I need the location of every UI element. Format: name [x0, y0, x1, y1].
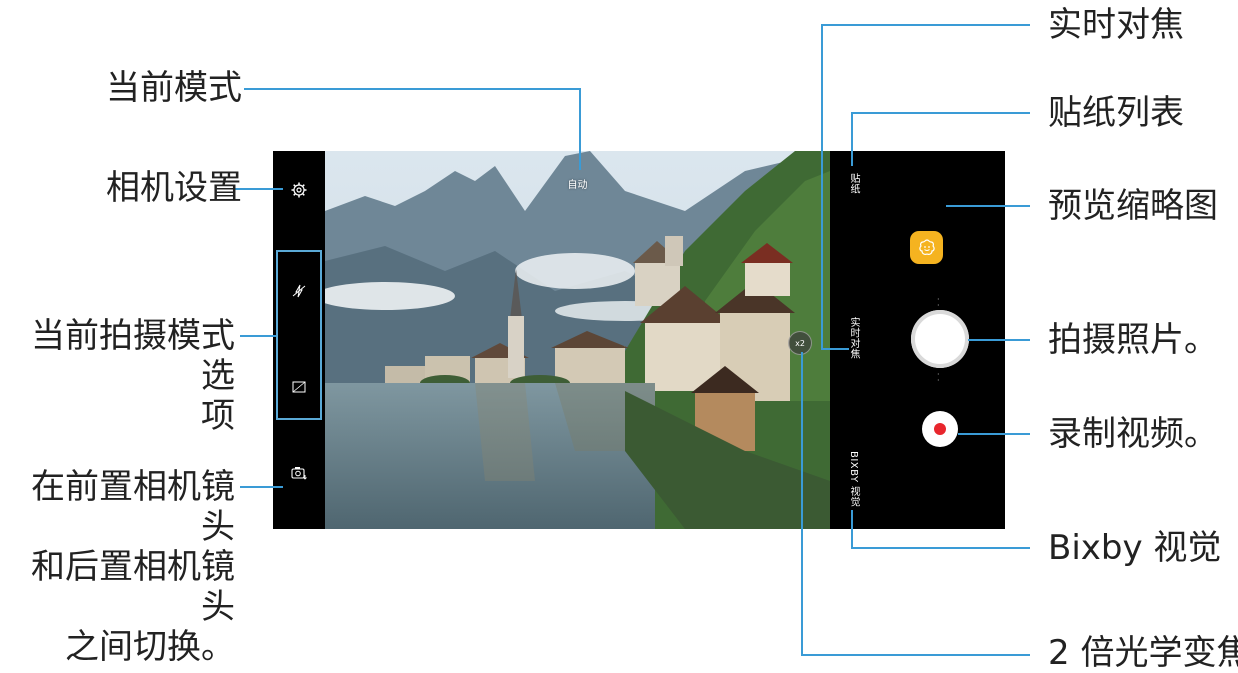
callout-sticker-list: 贴纸列表	[1048, 93, 1184, 133]
sticker-list-button[interactable]: 贴纸	[848, 173, 859, 194]
record-dot	[934, 423, 946, 435]
mode-dots-bottom: · ·	[937, 370, 940, 385]
callout-live-focus: 实时对焦	[1048, 5, 1184, 45]
right-control-panel: 贴纸 实时对焦 BIXBY 视觉 · · · ·	[830, 151, 1005, 529]
aspect-ratio-icon[interactable]	[290, 378, 308, 396]
flash-off-icon[interactable]	[290, 282, 308, 300]
bixby-vision-button[interactable]: BIXBY 视觉	[848, 451, 859, 507]
live-focus-button[interactable]: 实时对焦	[848, 317, 859, 359]
callout-current-mode: 当前模式	[106, 68, 242, 108]
record-video-button[interactable]	[922, 411, 958, 447]
shooting-mode-options	[276, 250, 322, 420]
left-control-bar	[273, 151, 325, 529]
mode-dots-top: · ·	[937, 295, 940, 310]
callout-take-photo: 拍摄照片。	[1048, 320, 1218, 360]
camera-viewfinder[interactable]: 自动 x2	[325, 151, 830, 529]
callout-bixby-vision: Bixby 视觉	[1048, 528, 1222, 568]
callout-preview-thumbnail: 预览缩略图	[1048, 186, 1218, 226]
callout-shooting-mode-options: 当前拍摄模式选 项	[31, 316, 235, 436]
preview-thumbnail[interactable]	[910, 231, 943, 264]
sticker-face-icon	[917, 238, 937, 258]
callout-optical-zoom: 2 倍光学变焦	[1048, 633, 1238, 673]
zoom-x2-button[interactable]: x2	[788, 331, 812, 355]
scene-image	[325, 151, 830, 529]
callout-switch-camera: 在前置相机镜头 和后置相机镜头 之间切换。	[31, 467, 235, 667]
shutter-button[interactable]	[911, 310, 969, 368]
callout-camera-settings: 相机设置	[106, 168, 242, 208]
gear-icon[interactable]	[289, 180, 309, 200]
callout-record-video: 录制视频。	[1048, 414, 1218, 454]
current-mode-label[interactable]: 自动	[325, 176, 830, 191]
switch-camera-icon[interactable]	[289, 463, 309, 483]
